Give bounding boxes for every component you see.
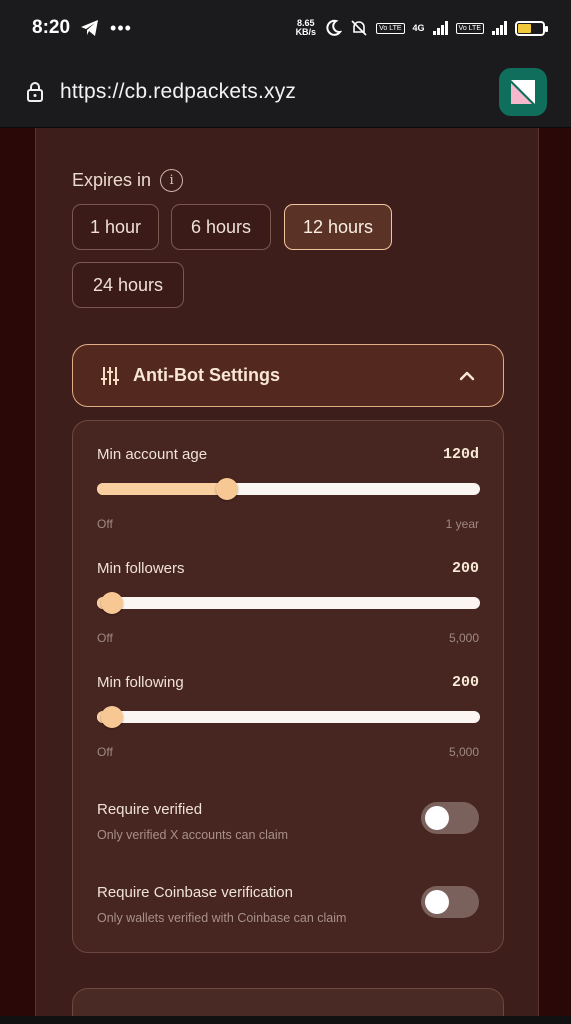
slider-max-label: 5,000 xyxy=(448,631,479,645)
slider-account-age[interactable] xyxy=(97,478,480,500)
slider-thumb[interactable] xyxy=(101,592,124,614)
anti-bot-settings-header[interactable]: Anti-Bot Settings xyxy=(72,344,504,407)
app-logo-icon xyxy=(511,79,535,104)
anti-bot-title: Anti-Bot Settings xyxy=(133,365,280,385)
volte-badge-2: Vo LTE xyxy=(455,22,484,34)
expires-option-24h[interactable]: 24 hours xyxy=(72,262,184,308)
clock: 8:20 xyxy=(32,17,71,38)
slider-thumb[interactable] xyxy=(101,706,124,728)
slider-label-account-age: Min account age xyxy=(97,446,208,463)
toggle-sub-verified: Only verified X accounts can claim xyxy=(97,828,289,842)
moon-icon xyxy=(326,19,343,36)
status-bar: 8:20 ••• 8.65 KB/s Vo LTE 4G Vo LTE xyxy=(0,0,571,56)
slider-max-label: 5,000 xyxy=(448,745,479,759)
slider-value-account-age: 120d xyxy=(442,446,479,463)
toggle-knob xyxy=(425,806,449,830)
slider-fill xyxy=(97,483,228,495)
expires-option-6h[interactable]: 6 hours xyxy=(171,204,271,250)
signal-icon xyxy=(432,21,448,35)
more-notifications-icon: ••• xyxy=(110,17,132,38)
expires-option-1h[interactable]: 1 hour xyxy=(72,204,159,250)
next-section-box xyxy=(72,988,504,1016)
require-coinbase-toggle[interactable] xyxy=(421,886,479,918)
toggle-knob xyxy=(425,890,449,914)
anti-bot-settings-panel: Min account age 120d Off 1 year Min foll… xyxy=(72,420,504,953)
toggle-sub-coinbase: Only wallets verified with Coinbase can … xyxy=(97,911,347,925)
slider-label-followers: Min followers xyxy=(97,560,185,577)
volte-badge: Vo LTE xyxy=(376,22,405,34)
url-bar[interactable]: https://cb.redpackets.xyz xyxy=(0,56,571,128)
slider-followers[interactable] xyxy=(97,592,480,614)
slider-min-label: Off xyxy=(97,745,113,759)
slider-value-following: 200 xyxy=(451,674,479,691)
network-type: 4G xyxy=(412,23,425,33)
url-text[interactable]: https://cb.redpackets.xyz xyxy=(60,80,296,104)
lock-icon xyxy=(27,81,43,102)
require-verified-toggle[interactable] xyxy=(421,802,479,834)
slider-label-following: Min following xyxy=(97,674,184,691)
system-nav-bar xyxy=(0,1016,571,1024)
create-form-card: Expires in i 1 hour 6 hours 12 hours 24 … xyxy=(35,128,539,1016)
toggle-label-coinbase: Require Coinbase verification xyxy=(97,884,293,901)
slider-value-followers: 200 xyxy=(451,560,479,577)
page-content: Expires in i 1 hour 6 hours 12 hours 24 … xyxy=(0,128,571,1016)
slider-min-label: Off xyxy=(97,631,113,645)
slider-min-label: Off xyxy=(97,517,113,531)
mute-icon xyxy=(351,20,367,36)
network-speed: 8.65 KB/s xyxy=(295,18,317,37)
expires-label: Expires in i xyxy=(72,169,184,192)
slider-following[interactable] xyxy=(97,706,480,728)
site-app-icon[interactable] xyxy=(499,67,547,116)
expires-option-12h[interactable]: 12 hours xyxy=(284,204,392,250)
slider-max-label: 1 year xyxy=(445,517,479,531)
chevron-up-icon[interactable] xyxy=(457,366,477,386)
battery-icon xyxy=(515,20,548,36)
toggle-label-verified: Require verified xyxy=(97,801,203,818)
slider-thumb[interactable] xyxy=(216,478,239,500)
sliders-icon xyxy=(101,366,119,385)
signal-icon-2 xyxy=(492,21,507,35)
telegram-icon xyxy=(81,20,99,36)
info-icon[interactable]: i xyxy=(160,169,184,192)
